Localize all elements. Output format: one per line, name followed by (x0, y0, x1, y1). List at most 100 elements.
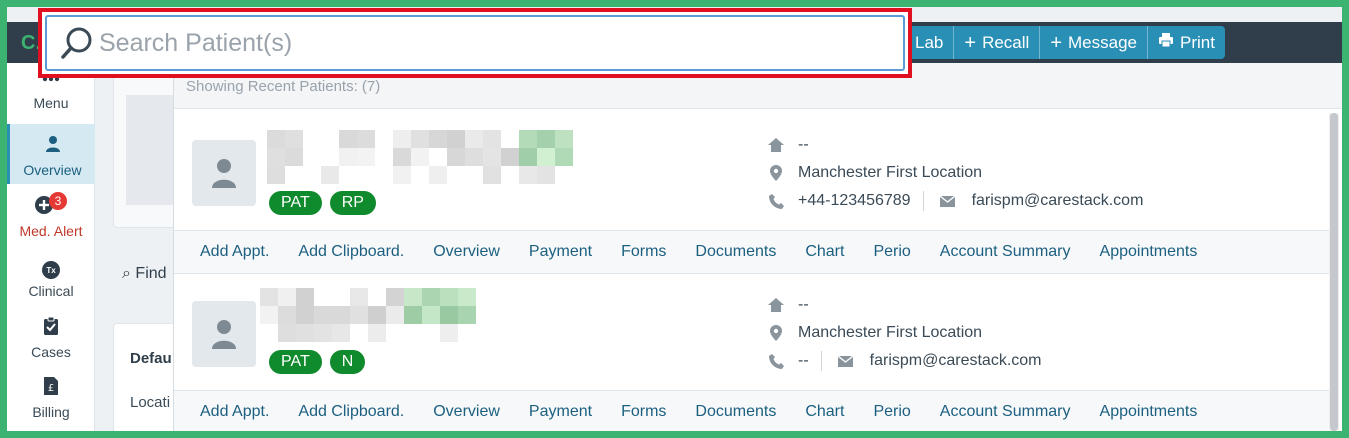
redaction-pixel (458, 288, 476, 306)
sidebar-item-label: Menu (33, 95, 69, 111)
redaction-pixel (404, 288, 422, 306)
sidebar-item-label: Med. Alert (19, 223, 83, 239)
sidebar-item-label: Cases (31, 344, 71, 360)
link-appointments[interactable]: Appointments (1100, 243, 1198, 261)
redaction-pixel (447, 166, 465, 184)
redaction-pixel (393, 148, 411, 166)
link-chart[interactable]: Chart (805, 403, 844, 421)
redaction-pixel (368, 306, 386, 324)
link-forms[interactable]: Forms (621, 243, 666, 261)
sidebar-item-billing[interactable]: £ Billing (7, 366, 95, 426)
patient-tags: PAT RP (269, 191, 376, 215)
patient-info: PAT RP -- Manchester First Location +44-… (174, 114, 1329, 230)
message-button[interactable]: + Message (1039, 26, 1147, 59)
link-account-summary[interactable]: Account Summary (940, 243, 1071, 261)
link-appointments[interactable]: Appointments (1100, 403, 1198, 421)
link-documents[interactable]: Documents (695, 243, 776, 261)
search-highlight (38, 8, 912, 78)
patient-location: Manchester First Location (798, 324, 983, 341)
location-pin-icon (764, 165, 788, 181)
redaction-pixel (501, 148, 519, 166)
link-payment[interactable]: Payment (529, 243, 592, 261)
redaction-pixel (332, 324, 350, 342)
redaction-pixel (339, 130, 357, 148)
billing-icon: £ (44, 377, 58, 400)
search-patient-input[interactable] (99, 17, 903, 69)
redaction-pixel (447, 148, 465, 166)
redaction-pixel (411, 148, 429, 166)
search-box[interactable] (45, 15, 905, 71)
link-forms[interactable]: Forms (621, 403, 666, 421)
tag-badge: N (329, 350, 366, 374)
sidebar-item-label: Clinical (28, 283, 74, 299)
redaction-pixel (314, 324, 332, 342)
link-payment[interactable]: Payment (529, 403, 592, 421)
link-add-appt[interactable]: Add Appt. (200, 243, 269, 261)
redaction-pixel (440, 288, 458, 306)
print-button[interactable]: Print (1146, 26, 1225, 59)
email-icon (936, 195, 960, 207)
recall-button[interactable]: + Recall (953, 26, 1039, 59)
redaction-pixel (458, 324, 476, 342)
sidebar-item-med-alert[interactable]: 3 Med. Alert (7, 185, 95, 245)
recent-patients-dropdown: Showing Recent Patients: (7) PAT RP -- M… (173, 63, 1342, 431)
patient-contact: -- Manchester First Location -- farispm@… (764, 291, 1042, 375)
redaction-pixel (447, 130, 465, 148)
sidebar-item-label: Billing (32, 404, 70, 420)
link-overview[interactable]: Overview (433, 243, 500, 261)
sidebar-item-cases[interactable]: Cases (7, 306, 95, 366)
link-documents[interactable]: Documents (695, 403, 776, 421)
redaction-pixel (357, 148, 375, 166)
phone-icon (764, 193, 788, 209)
sidebar-item-overview[interactable]: Overview (7, 124, 95, 184)
redaction-pixel (386, 306, 404, 324)
tag-badge: PAT (269, 350, 322, 374)
redaction-pixel (440, 306, 458, 324)
patient-info: PAT N -- Manchester First Location -- fa… (174, 274, 1329, 390)
redaction-pixel (519, 130, 537, 148)
link-chart[interactable]: Chart (805, 243, 844, 261)
redaction-pixel (483, 148, 501, 166)
redaction-pixel (350, 306, 368, 324)
link-perio[interactable]: Perio (873, 403, 910, 421)
plus-icon: + (964, 31, 977, 54)
link-perio[interactable]: Perio (873, 243, 910, 261)
divider (820, 351, 822, 371)
location-pin-icon (764, 325, 788, 341)
plus-icon: + (1050, 31, 1062, 54)
redaction-pixel (555, 166, 573, 184)
redaction-pixel (260, 306, 278, 324)
person-icon (212, 159, 236, 188)
patient-address: -- (798, 296, 809, 313)
link-add-clipboard[interactable]: Add Clipboard. (298, 243, 404, 261)
redaction-pixel (357, 130, 375, 148)
panel-field: Locati (130, 394, 171, 411)
link-add-clipboard[interactable]: Add Clipboard. (298, 403, 404, 421)
redaction-pixel (332, 306, 350, 324)
divider (922, 191, 924, 211)
search-icon: ⌕ (122, 265, 131, 282)
redaction-pixel (267, 148, 285, 166)
lab-label: Lab (915, 32, 944, 52)
redaction-pixel (267, 166, 285, 184)
scrollbar-thumb[interactable] (1330, 113, 1338, 431)
redaction-pixel (422, 306, 440, 324)
sidebar-item-clinical[interactable]: Tx Clinical (7, 245, 95, 305)
tx-icon: Tx (42, 261, 60, 279)
redaction-pixel (429, 148, 447, 166)
link-overview[interactable]: Overview (433, 403, 500, 421)
redaction-pixel (440, 324, 458, 342)
dropdown-scrollbar[interactable] (1329, 113, 1339, 431)
redaction-pixel (483, 130, 501, 148)
link-add-appt[interactable]: Add Appt. (200, 403, 269, 421)
redaction-pixel (555, 148, 573, 166)
link-account-summary[interactable]: Account Summary (940, 403, 1071, 421)
patient-phone: -- (798, 352, 809, 369)
sidebar: Menu Overview 3 Med. Alert Tx Clinical C… (7, 63, 95, 431)
redaction-pixel (519, 148, 537, 166)
lab-button[interactable]: Lab (907, 26, 953, 59)
redaction-pixel (573, 166, 591, 184)
redaction-pixel (321, 148, 339, 166)
svg-text:£: £ (48, 383, 54, 394)
redaction-pixel (404, 324, 422, 342)
